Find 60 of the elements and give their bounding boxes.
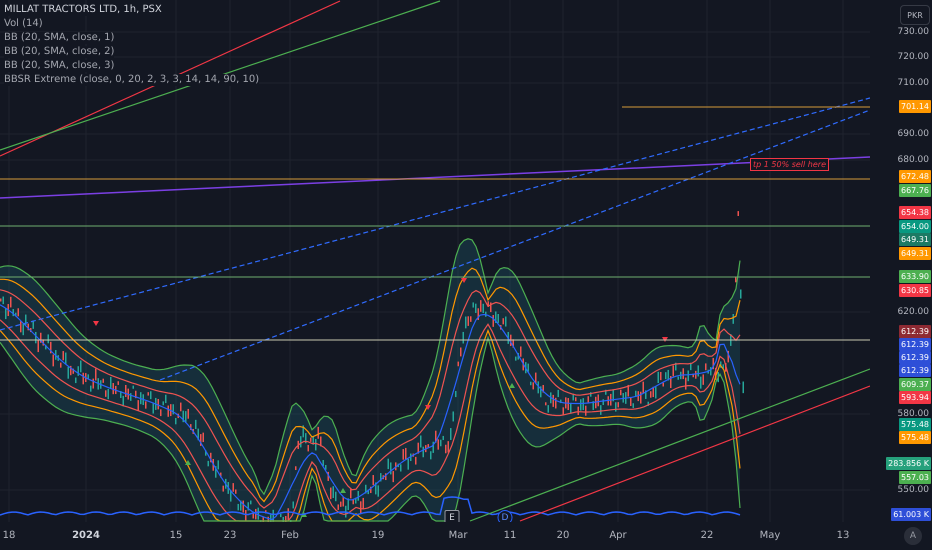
currency-button[interactable]: PKR xyxy=(900,5,930,25)
price-tag: 612.39 xyxy=(899,364,931,377)
price-tag: 593.94 xyxy=(899,391,931,404)
time-axis-label: Feb xyxy=(281,530,299,541)
price-tag: 557.03 xyxy=(899,471,931,484)
price-tag: 654.00 xyxy=(899,220,931,233)
price-tag: 649.31 xyxy=(899,233,931,246)
indicator-label[interactable]: BB (20, SMA, close, 3) xyxy=(4,60,114,72)
price-tick-label: 620.00 xyxy=(898,306,929,319)
time-axis-label: Mar xyxy=(448,530,468,541)
price-tick-label: 550.00 xyxy=(898,484,929,497)
event-marker[interactable]: E xyxy=(444,510,460,522)
buy-signal-icon xyxy=(509,383,515,388)
sell-signal-icon xyxy=(461,278,467,283)
price-tick-label: 720.00 xyxy=(898,51,929,64)
buy-signal-icon xyxy=(340,488,346,493)
event-marker[interactable]: D xyxy=(498,510,512,522)
buy-signal-icon xyxy=(185,460,191,465)
price-tag: 667.76 xyxy=(899,184,931,197)
time-axis-label: 11 xyxy=(504,530,516,541)
sell-signal-icon xyxy=(93,321,99,326)
time-axis-label: 2024 xyxy=(72,530,100,541)
time-axis-label: 15 xyxy=(170,530,182,541)
price-tag: 630.85 xyxy=(899,284,931,297)
symbol-title: MILLAT TRACTORS LTD, 1h, PSX xyxy=(4,4,162,16)
price-tick-label: 730.00 xyxy=(898,26,929,39)
price-tag: 609.37 xyxy=(899,378,931,391)
time-axis-label: 20 xyxy=(556,530,570,541)
time-axis-label: Apr xyxy=(609,530,627,541)
price-tag: 283.856 K xyxy=(886,457,931,470)
indicator-label[interactable]: BB (20, SMA, close, 2) xyxy=(4,46,114,58)
auto-scale-button[interactable]: A xyxy=(904,527,922,545)
price-tag: 575.48 xyxy=(899,431,931,444)
price-tag: 612.39 xyxy=(899,351,931,364)
indicator-label[interactable]: Vol (14) xyxy=(4,18,43,30)
time-axis-label: 18 xyxy=(2,530,16,541)
price-tick-label: 580.00 xyxy=(898,408,929,421)
price-tag: 575.48 xyxy=(899,418,931,431)
price-tag: 701.14 xyxy=(899,100,931,113)
sell-signal-icon xyxy=(662,337,668,342)
indicator-label[interactable]: BB (20, SMA, close, 1) xyxy=(4,32,114,44)
time-axis-label: 23 xyxy=(224,530,236,541)
time-axis-label: 13 xyxy=(836,530,850,541)
buy-signal-icon xyxy=(301,512,307,517)
price-tick-label: 690.00 xyxy=(898,128,929,141)
sell-signal-icon xyxy=(425,405,431,410)
price-tag: 672.48 xyxy=(899,170,931,183)
price-tag: 633.90 xyxy=(899,270,931,283)
time-axis-label: May xyxy=(760,530,780,541)
indicator-label[interactable]: BBSR Extreme (close, 0, 20, 2, 3, 3, 14, 14, 90, 10) xyxy=(4,74,260,86)
chart-annotation[interactable]: tp 1 50% sell here xyxy=(750,158,829,171)
price-tag: 649.31 xyxy=(899,247,931,260)
price-tag: 61.003 K xyxy=(891,508,931,521)
price-tick-label: 680.00 xyxy=(898,154,929,167)
price-tag: 612.39 xyxy=(899,325,931,338)
price-tag: 612.39 xyxy=(899,338,931,351)
price-tag: 654.38 xyxy=(899,206,931,219)
price-tick-label: 710.00 xyxy=(898,77,929,90)
time-axis-label: 22 xyxy=(700,530,714,541)
time-axis-label: 19 xyxy=(372,530,384,541)
